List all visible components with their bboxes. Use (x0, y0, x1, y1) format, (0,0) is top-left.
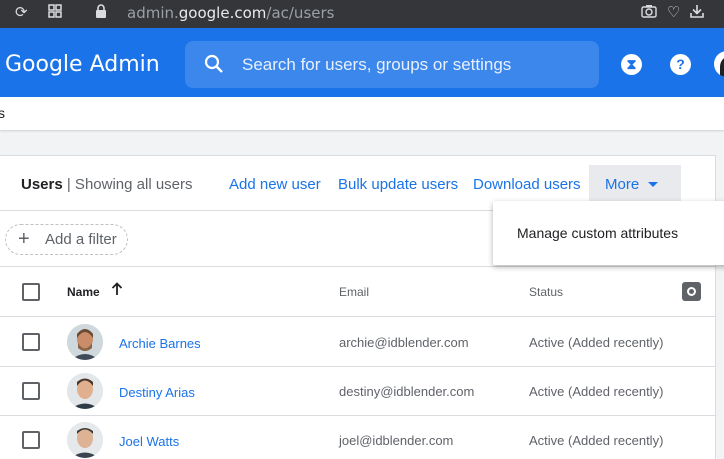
hourglass-icon[interactable]: ⧗ (621, 54, 642, 75)
user-status: Active (Added recently) (529, 335, 664, 350)
user-name-link[interactable]: Joel Watts (119, 434, 179, 449)
table-header: Name Email Status (0, 268, 716, 317)
user-status: Active (Added recently) (529, 433, 664, 448)
user-name-link[interactable]: Archie Barnes (119, 336, 201, 351)
menu-item-manage-custom-attributes[interactable]: Manage custom attributes (517, 225, 678, 241)
admin-header: Google Admin Search for users, groups or… (0, 28, 724, 97)
user-avatar (67, 324, 103, 360)
sort-ascending-icon[interactable] (110, 281, 124, 297)
bulk-update-users-button[interactable]: Bulk update users (338, 176, 458, 193)
address-bar[interactable]: admin.google.com/ac/users (127, 4, 334, 22)
column-name[interactable]: Name (67, 285, 100, 299)
download-icon[interactable] (690, 4, 704, 23)
table-row[interactable]: Destiny Arias destiny@idblender.com Acti… (0, 367, 716, 416)
select-all-checkbox[interactable] (22, 283, 40, 301)
help-icon[interactable]: ? (670, 54, 691, 75)
user-avatar (67, 422, 103, 458)
add-filter-button[interactable]: + Add a filter (5, 224, 128, 255)
account-avatar[interactable] (714, 51, 724, 77)
breadcrumb: s (0, 97, 724, 130)
search-bar[interactable]: Search for users, groups or settings (185, 41, 599, 88)
tab-grid-icon[interactable] (48, 4, 62, 23)
search-icon (204, 54, 223, 73)
heart-icon[interactable]: ♡ (667, 4, 680, 22)
breadcrumb-fragment[interactable]: s (0, 105, 5, 121)
user-avatar (67, 373, 103, 409)
user-email: joel@idblender.com (339, 433, 454, 448)
plus-icon: + (18, 228, 30, 250)
users-title: Users | Showing all users (21, 176, 193, 193)
table-row[interactable]: Archie Barnes archie@idblender.com Activ… (0, 318, 716, 367)
column-status: Status (529, 285, 564, 299)
row-checkbox[interactable] (22, 382, 40, 400)
browser-toolbar: ⟳ admin.google.com/ac/users ♡ (0, 0, 724, 28)
user-email: destiny@idblender.com (339, 384, 475, 399)
row-checkbox[interactable] (22, 431, 40, 449)
caret-down-icon (648, 182, 658, 187)
more-button[interactable]: More (589, 165, 681, 202)
more-dropdown-menu: Manage custom attributes (493, 201, 724, 265)
lock-icon (95, 4, 107, 23)
add-new-user-button[interactable]: Add new user (229, 176, 321, 193)
search-placeholder: Search for users, groups or settings (242, 55, 512, 74)
column-email: Email (339, 285, 370, 299)
gear-icon[interactable] (682, 282, 701, 301)
camera-icon[interactable] (641, 4, 657, 23)
user-status: Active (Added recently) (529, 384, 664, 399)
google-admin-logo[interactable]: Google Admin (5, 52, 160, 78)
table-row[interactable]: Joel Watts joel@idblender.com Active (Ad… (0, 416, 716, 459)
row-checkbox[interactable] (22, 333, 40, 351)
user-name-link[interactable]: Destiny Arias (119, 385, 195, 400)
user-email: archie@idblender.com (339, 335, 469, 350)
download-users-button[interactable]: Download users (473, 176, 581, 193)
reload-icon[interactable]: ⟳ (15, 4, 28, 22)
